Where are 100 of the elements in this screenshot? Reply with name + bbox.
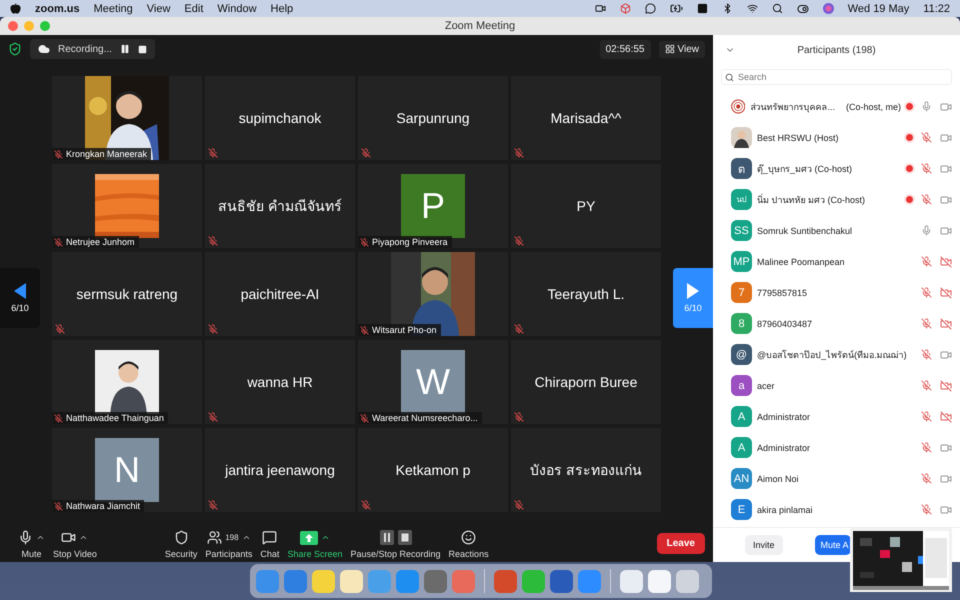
participant-row[interactable]: A Administrator	[713, 432, 960, 463]
avatar: N	[95, 438, 159, 502]
siri-icon[interactable]	[822, 3, 834, 14]
toolbar-button[interactable]: Pause/Stop Recording	[346, 528, 445, 558]
avatar: MP	[731, 251, 752, 272]
chat-bubble-icon[interactable]	[644, 3, 656, 14]
menu-item[interactable]: Edit	[184, 2, 204, 14]
app-icon[interactable]	[494, 570, 517, 592]
document-icon[interactable]	[648, 570, 671, 592]
participant-name: ส่วนทรัพยากรบุคคล...	[750, 100, 835, 114]
apple-icon	[10, 3, 21, 14]
caret-icon[interactable]	[320, 533, 330, 542]
participant-row[interactable]: AN Aimon Noi	[713, 463, 960, 494]
toolbar-button[interactable]: Reactions	[444, 528, 493, 558]
participant-name: ตุ๊_บุษกร_มศว (Co-host)	[757, 162, 852, 176]
participant-name: PY	[576, 198, 596, 214]
participant-row[interactable]: A Administrator	[713, 401, 960, 432]
invite-button[interactable]: Invite	[745, 535, 783, 555]
participant-row[interactable]: นป นิ่ม ปานทหัย มศว (Co-host)	[713, 184, 960, 215]
participant-name: Nathwara Jiamchit	[66, 501, 140, 511]
participant-row[interactable]: 8 87960403487	[713, 308, 960, 339]
zoom-button[interactable]	[40, 21, 50, 31]
participant-row[interactable]: 7 7795857815	[713, 277, 960, 308]
wifi-icon[interactable]	[746, 3, 758, 14]
caret-icon[interactable]	[79, 533, 88, 542]
mute-all-button[interactable]: Mute A	[814, 535, 851, 555]
participant-name: Administrator	[757, 412, 810, 422]
participant-row[interactable]: MP Malinee Poomanpean	[713, 246, 960, 277]
stop-icon[interactable]	[138, 44, 147, 54]
menu-item[interactable]: Meeting	[94, 2, 133, 14]
menu-item[interactable]: Window	[217, 2, 257, 14]
avatar: A	[731, 406, 752, 427]
participant-name: @บอสโชตาป๊อป_ไพรัตน์(ทีมอ.มณฌ่า)	[757, 348, 907, 362]
toolbar-button[interactable]: Security	[160, 528, 202, 558]
avatar: A	[731, 437, 752, 458]
video-camera-icon[interactable]	[594, 3, 606, 14]
toolbar-button[interactable]: Chat	[256, 528, 284, 558]
participant-row[interactable]: SS Somruk Suntibenchakul	[713, 215, 960, 246]
pause-icon[interactable]	[120, 44, 130, 54]
app-icon[interactable]	[550, 570, 573, 592]
square-icon[interactable]	[696, 3, 708, 14]
avatar: นป	[731, 189, 752, 210]
participant-count: 198	[225, 533, 239, 542]
app-icon[interactable]	[340, 570, 363, 592]
participant-name: Malinee Poomanpean	[757, 256, 845, 266]
participant-row[interactable]: E akira pinlamai	[713, 494, 960, 525]
search-icon[interactable]	[772, 3, 783, 14]
avatar: 7	[731, 282, 752, 303]
search-field[interactable]: Search	[721, 69, 952, 85]
chat-icon	[262, 530, 278, 545]
participant-row[interactable]: ต ตุ๊_บุษกร_มศว (Co-host)	[713, 153, 960, 184]
toolbar-button[interactable]: Mute	[14, 528, 49, 558]
smiley-icon	[461, 530, 476, 545]
shield-check-icon[interactable]	[8, 42, 22, 56]
participant-name: Witsarut Pho-on	[372, 325, 437, 335]
participant-name: Aimon Noi	[757, 474, 799, 484]
avatar: W	[401, 350, 465, 414]
document-icon[interactable]	[620, 570, 643, 592]
app-icon[interactable]	[424, 570, 447, 592]
participant-name: นิ่ม ปานทหัย มศว (Co-host)	[757, 192, 866, 206]
participant-name: Netrujee Junhom	[66, 237, 135, 247]
close-button[interactable]	[8, 21, 18, 31]
avatar: E	[731, 499, 752, 520]
avatar: a	[731, 375, 752, 396]
previous-page-button[interactable]: 6/10	[0, 268, 40, 328]
trash-icon[interactable]	[676, 570, 699, 592]
avatar: SS	[731, 220, 752, 241]
shield-icon	[174, 530, 189, 545]
box-icon[interactable]	[620, 3, 631, 14]
participant-name: Best HRSWU (Host)	[757, 132, 839, 142]
participant-name: Teerayuth L.	[547, 286, 625, 302]
battery-icon[interactable]	[670, 2, 683, 15]
control-center-icon[interactable]	[796, 2, 809, 14]
leave-button[interactable]: Leave	[656, 533, 705, 554]
recording-status: Recording...	[58, 44, 112, 54]
app-menu[interactable]: zoom.us	[35, 2, 80, 14]
clock-date[interactable]: Wed 19 May	[848, 2, 910, 14]
participant-name: Administrator	[757, 442, 810, 452]
menu-item[interactable]: Help	[270, 2, 294, 14]
toolbar-button[interactable]: 198 Participants	[201, 528, 256, 558]
participant-row[interactable]: a acer	[713, 370, 960, 401]
participant-row[interactable]: ส่วนทรัพยากรบุคคล... (Co-host, me)	[713, 91, 960, 122]
toolbar-button[interactable]: Share Screen	[283, 528, 346, 558]
participant-row[interactable]: @ @บอสโชตาป๊อป_ไพรัตน์(ทีมอ.มณฌ่า)	[713, 339, 960, 370]
avatar: AN	[731, 468, 752, 489]
clock-time[interactable]: 11:22	[923, 2, 950, 14]
caret-icon[interactable]	[36, 533, 45, 542]
menu-item[interactable]: View	[146, 2, 170, 14]
caret-icon[interactable]	[242, 533, 251, 542]
cloud-icon	[38, 43, 50, 55]
participant-name: บังอร สระทองแก่น	[530, 461, 642, 480]
toolbar-button[interactable]: Stop Video	[49, 528, 101, 558]
view-button[interactable]: View	[658, 40, 705, 58]
right-arrow-icon	[687, 283, 699, 299]
participant-row[interactable]: Best HRSWU (Host)	[713, 122, 960, 153]
participant-name: Wareerat Numsreecharo...	[372, 413, 478, 423]
app-icon[interactable]	[312, 570, 335, 592]
bluetooth-icon[interactable]	[722, 3, 733, 14]
participant-name: Natthawadee Thainguan	[66, 413, 164, 423]
participant-name: jantira jeenawong	[225, 462, 335, 478]
